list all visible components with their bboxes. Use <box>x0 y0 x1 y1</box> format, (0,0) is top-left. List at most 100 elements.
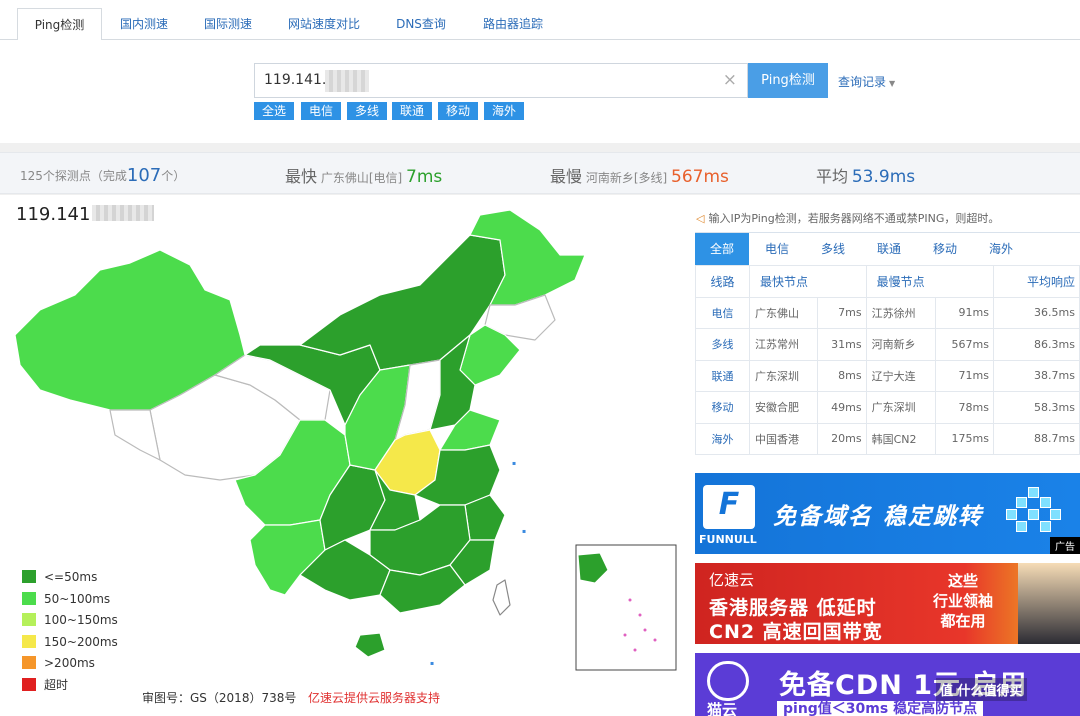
ad-banner-yisu[interactable]: 亿速云 香港服务器 低延时 CN2 高速回国带宽 这些 行业领袖 都在用 <box>695 563 1080 644</box>
server-cubes-icon <box>1006 487 1064 539</box>
slowest-stat: 最慢 河南新乡[多线] 567ms <box>550 163 729 187</box>
slowest-label: 最慢 <box>550 167 583 186</box>
tab-intl-speed[interactable]: 国际测速 <box>194 8 262 40</box>
tab-ping[interactable]: Ping检测 <box>17 8 102 41</box>
legend-item: 100~150ms <box>22 613 118 635</box>
results-tabs: 全部 电信 多线 联通 移动 海外 <box>695 233 1080 265</box>
legend-item: 50~100ms <box>22 591 118 614</box>
legend-label: 50~100ms <box>44 591 111 606</box>
ad2-brand: 亿速云 <box>709 571 755 589</box>
row-line[interactable]: 电信 <box>695 296 750 329</box>
tab-traceroute[interactable]: 路由器追踪 <box>472 8 554 40</box>
ip-input-value: 119.141. <box>264 72 327 88</box>
results-tab-telecom[interactable]: 电信 <box>749 233 805 265</box>
legend-swatch <box>22 677 36 691</box>
cloud-cat-icon <box>707 661 749 701</box>
legend-item: >200ms <box>22 656 118 678</box>
row-fast-ms: 31ms <box>817 328 867 361</box>
row-fast-ms: 49ms <box>817 391 867 424</box>
legend-swatch <box>22 570 36 583</box>
legend-swatch <box>22 634 36 648</box>
ad2-people-photo <box>1018 563 1080 644</box>
avg-stat: 平均 53.9ms <box>816 163 915 187</box>
region-hainan <box>354 632 386 658</box>
row-fast-node: 广东深圳 <box>748 359 819 392</box>
ping-button[interactable]: Ping检测 <box>748 63 828 98</box>
legend-swatch <box>22 613 36 626</box>
row-line[interactable]: 多线 <box>695 328 750 361</box>
probe-count-done: 107 <box>126 165 162 186</box>
tab-domestic-speed[interactable]: 国内测速 <box>110 8 178 40</box>
filter-all[interactable]: 全选 <box>254 102 294 120</box>
table-row: 移动 安徽合肥 49ms 广东深圳 78ms 58.3ms <box>695 391 1080 424</box>
slowest-value: 567ms <box>671 167 729 187</box>
ip-input[interactable]: 119.141. × <box>254 63 748 98</box>
clear-icon[interactable]: × <box>723 70 737 90</box>
ad1-brand: FUNNULL <box>699 533 757 546</box>
fastest-node: 广东佛山[电信] <box>320 171 403 185</box>
hint-text: ◁ 输入IP为Ping检测，若服务器网络不通或禁PING，则超时。 <box>696 210 999 226</box>
latency-legend: <=50ms 50~100ms 100~150ms 150~200ms >200… <box>22 570 118 699</box>
filter-telecom[interactable]: 电信 <box>301 102 341 120</box>
speaker-icon: ◁ <box>696 212 705 225</box>
legend-label: >200ms <box>44 656 95 670</box>
stats-bar: 125个探测点（完成107个） 最快 广东佛山[电信] 7ms 最慢 河南新乡[… <box>0 152 1080 194</box>
legend-label: 100~150ms <box>44 613 118 627</box>
row-fast-node: 江苏常州 <box>748 328 819 361</box>
ad-banner-funnull[interactable]: F FUNNULL 免备域名 稳定跳转 广告 <box>695 473 1080 554</box>
col-slowest: 最慢节点 <box>865 265 994 298</box>
avg-value: 53.9ms <box>851 167 916 187</box>
history-dropdown[interactable]: 查询记录 ▼ <box>838 73 895 90</box>
filter-multiline[interactable]: 多线 <box>347 102 387 120</box>
row-line[interactable]: 海外 <box>695 422 750 455</box>
filter-unicom[interactable]: 联通 <box>392 102 432 120</box>
results-tab-unicom[interactable]: 联通 <box>861 233 917 265</box>
row-avg: 88.7ms <box>992 422 1080 455</box>
ad2-line1: 香港服务器 低延时 <box>709 597 877 619</box>
filter-overseas[interactable]: 海外 <box>484 102 524 120</box>
legend-label: <=50ms <box>44 570 98 584</box>
col-avg: 平均响应 <box>992 265 1080 298</box>
table-row: 联通 广东深圳 8ms 辽宁大连 71ms 38.7ms <box>695 359 1080 392</box>
row-fast-ms: 20ms <box>817 422 867 455</box>
row-avg: 86.3ms <box>992 328 1080 361</box>
row-slow-ms: 175ms <box>935 422 994 455</box>
tab-site-compare[interactable]: 网站速度对比 <box>278 8 370 40</box>
legend-item: 150~200ms <box>22 634 118 657</box>
search-panel: 119.141. × Ping检测 查询记录 ▼ 全选 电信 多线 联通 移动 海… <box>0 40 1080 143</box>
probe-count-suffix: 个） <box>161 169 186 183</box>
row-slow-ms: 78ms <box>935 391 994 424</box>
row-fast-node: 安徽合肥 <box>748 391 819 424</box>
table-row: 海外 中国香港 20ms 韩国CN2 175ms 88.7ms <box>695 422 1080 455</box>
filter-mobile[interactable]: 移动 <box>438 102 478 120</box>
tab-dns[interactable]: DNS查询 <box>386 8 456 40</box>
row-slow-node: 广东深圳 <box>865 391 937 424</box>
row-fast-node: 广东佛山 <box>748 296 819 329</box>
legend-item: 超时 <box>22 677 118 700</box>
chevron-down-icon: ▼ <box>889 79 896 88</box>
row-slow-node: 江苏徐州 <box>865 296 937 329</box>
map-ip-text: 119.141 <box>16 204 91 225</box>
ad2-side: 这些 行业领袖 都在用 <box>933 572 994 630</box>
results-tab-all[interactable]: 全部 <box>695 233 749 265</box>
row-avg: 58.3ms <box>992 391 1080 424</box>
sponsor-link[interactable]: 亿速云提供云服务器支持 <box>308 689 440 706</box>
row-slow-node: 辽宁大连 <box>865 359 937 392</box>
history-label: 查询记录 <box>838 75 887 89</box>
legend-item: <=50ms <box>22 570 118 592</box>
row-line[interactable]: 联通 <box>695 359 750 392</box>
legend-label: 超时 <box>44 677 69 692</box>
ad3-sub: ping值＜30ms 稳定高防节点 <box>777 701 984 716</box>
results-tab-overseas[interactable]: 海外 <box>973 233 1029 265</box>
ad-tag: 广告 <box>1050 537 1080 554</box>
map-panel: ▪ ▪ ▪ 119.141 <=50ms 50~100ms 100~150ms … <box>0 195 688 716</box>
top-nav: Ping检测 国内测速 国际测速 网站速度对比 DNS查询 路由器追踪 <box>0 0 1080 41</box>
row-fast-node: 中国香港 <box>748 422 819 455</box>
results-table: 全部 电信 多线 联通 移动 海外 线路 最快节点 最慢节点 平均响应 电信 广… <box>695 232 1080 455</box>
results-tab-mobile[interactable]: 移动 <box>917 233 973 265</box>
probe-count-prefix: 125个探测点（完成 <box>20 169 127 183</box>
row-line[interactable]: 移动 <box>695 391 750 424</box>
ad2-line2: CN2 高速回国带宽 <box>709 621 883 643</box>
results-tab-multiline[interactable]: 多线 <box>805 233 861 265</box>
region-taiwan <box>492 579 511 616</box>
